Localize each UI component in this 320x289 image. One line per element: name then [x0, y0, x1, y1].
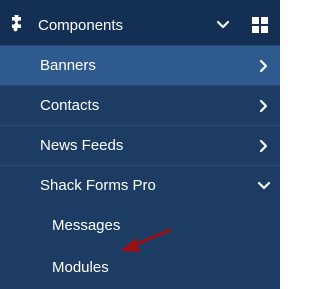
submenu-item-label: Modules [52, 258, 109, 276]
admin-sidebar: Components Banners Contacts News Feeds S… [0, 0, 280, 289]
menu-section-label: Components [38, 16, 124, 34]
menu-item-shack-forms-pro[interactable]: Shack Forms Pro [0, 165, 280, 205]
menu-section-components[interactable]: Components [0, 5, 280, 45]
menu-item-news-feeds[interactable]: News Feeds [0, 125, 280, 165]
menu-item-label: Contacts [40, 97, 100, 114]
chevron-right-icon [257, 59, 271, 73]
puzzle-icon [5, 15, 25, 35]
menu-item-banners[interactable]: Banners [0, 45, 280, 85]
menu-item-label: News Feeds [40, 137, 124, 154]
chevron-down-icon[interactable] [216, 18, 230, 32]
menu-item-label: Banners [40, 57, 96, 74]
grid-icon[interactable] [251, 16, 269, 34]
chevron-right-icon [257, 99, 271, 113]
submenu-item-label: Messages [52, 216, 121, 234]
menu-item-contacts[interactable]: Contacts [0, 85, 280, 125]
submenu-item-modules[interactable]: Modules [0, 245, 280, 289]
submenu-item-messages[interactable]: Messages [0, 205, 280, 245]
menu-item-label: Shack Forms Pro [40, 177, 156, 194]
chevron-down-icon [257, 179, 271, 193]
chevron-right-icon [257, 139, 271, 153]
